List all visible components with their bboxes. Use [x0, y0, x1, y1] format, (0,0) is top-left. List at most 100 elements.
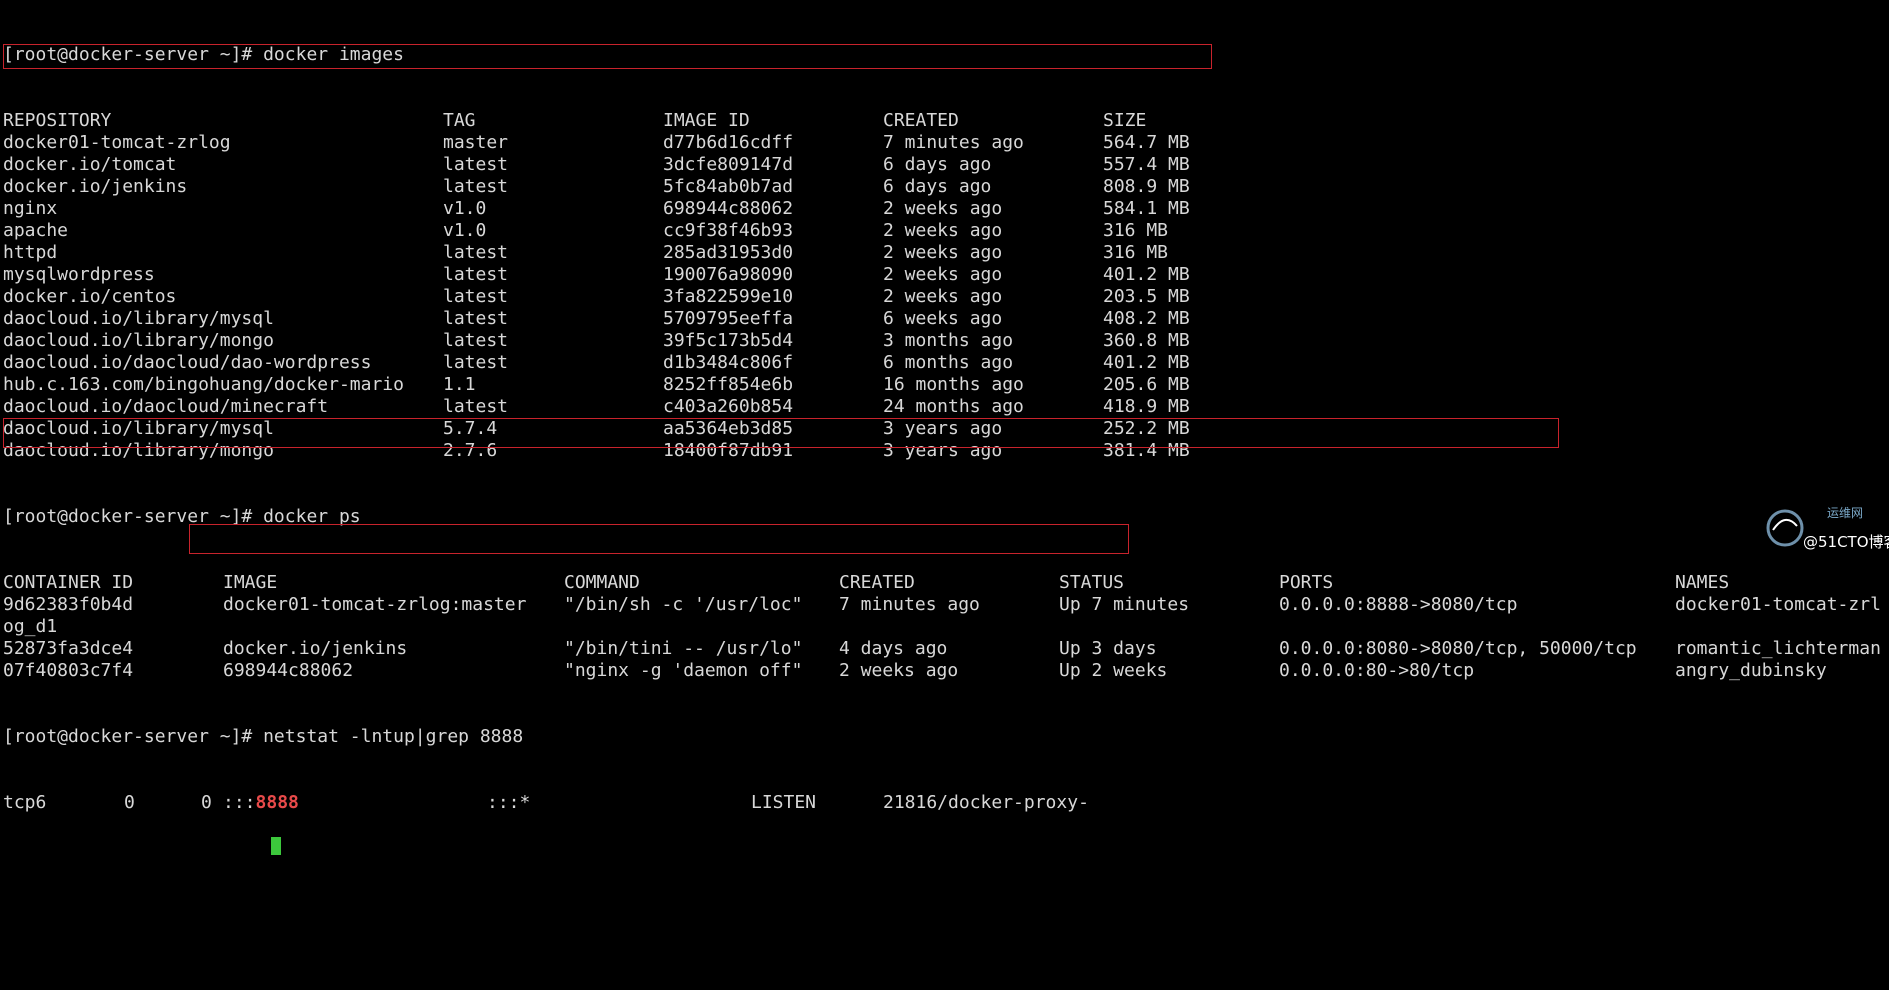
prompt-line-netstat: [root@docker-server ~]# netstat -lntup|g…: [3, 726, 1883, 748]
image-repository: apache: [3, 220, 69, 241]
terminal-window[interactable]: [root@docker-server ~]# docker images RE…: [3, 0, 1883, 855]
netstat-sendq: 0: [201, 792, 212, 813]
image-row: daocloud.io/library/mongo 2.7.6 18400f87db…: [3, 440, 1883, 462]
netstat-output-line: tcp6 0 0 :::8888 :::* LISTEN 21816/docke…: [3, 792, 1883, 814]
container-names-wrap: og_d1: [3, 616, 58, 637]
image-repository: docker.io/jenkins: [3, 176, 188, 197]
container-container-id: 9d62383f0b4d: [3, 594, 134, 615]
image-created: 6 weeks ago: [883, 308, 1003, 329]
image-image-id: 3dcfe809147d: [663, 154, 794, 175]
container-created: 7 minutes ago: [839, 594, 980, 615]
image-created: 2 weeks ago: [883, 242, 1003, 263]
image-row: docker.io/jenkins latest 5fc84ab0b7ad 6 day…: [3, 176, 1883, 198]
image-size: 316 MB: [1103, 220, 1169, 241]
containers-table: CONTAINER ID IMAGE COMMAND CREATED STATUS POR…: [3, 572, 1883, 682]
image-size: 203.5 MB: [1103, 286, 1190, 307]
highlighted-port: 8888: [255, 792, 299, 813]
container-command: "/bin/sh -c '/usr/loc": [564, 594, 803, 615]
image-created: 24 months ago: [883, 396, 1024, 417]
image-tag: 1.1: [443, 374, 476, 395]
image-image-id: 698944c88062: [663, 198, 794, 219]
image-size: 401.2 MB: [1103, 352, 1190, 373]
image-created: 7 minutes ago: [883, 132, 1024, 153]
image-row: httpd latest 285ad31953d0 2 weeks ago 316 MB: [3, 242, 1883, 264]
image-repository: httpd: [3, 242, 58, 263]
image-repository: daocloud.io/library/mysql: [3, 308, 274, 329]
image-created: 6 days ago: [883, 176, 992, 197]
image-created: 16 months ago: [883, 374, 1024, 395]
netstat-foreign-address: :::*: [487, 792, 531, 813]
image-tag: latest: [443, 176, 509, 197]
image-tag: latest: [443, 154, 509, 175]
image-tag: latest: [443, 308, 509, 329]
image-tag: master: [443, 132, 509, 153]
container-names: angry_dubinsky: [1675, 660, 1827, 681]
netstat-local-address: :::8888: [223, 792, 299, 814]
image-size: 381.4 MB: [1103, 440, 1190, 461]
image-size: 316 MB: [1103, 242, 1169, 263]
image-image-id: 39f5c173b5d4: [663, 330, 794, 351]
highlight-box-netstat-row: [189, 524, 1129, 554]
image-row: daocloud.io/daocloud/minecraft latest c403…: [3, 396, 1883, 418]
containers-header-row: CONTAINER ID IMAGE COMMAND CREATED STATUS POR…: [3, 572, 1883, 594]
image-image-id: cc9f38f46b93: [663, 220, 794, 241]
image-size: 252.2 MB: [1103, 418, 1190, 439]
container-names: romantic_lichterman: [1675, 638, 1881, 659]
image-size: 557.4 MB: [1103, 154, 1190, 175]
image-created: 2 weeks ago: [883, 286, 1003, 307]
column-header-tag: TAG: [443, 110, 476, 131]
images-header-row: REPOSITORY TAG IMAGE ID CREATED SIZE: [3, 110, 1883, 132]
image-repository: mysqlwordpress: [3, 264, 155, 285]
image-image-id: c403a260b854: [663, 396, 794, 417]
image-created: 2 weeks ago: [883, 220, 1003, 241]
column-header-image-id: IMAGE ID: [663, 110, 750, 131]
container-row: 07f40803c7f4 698944c88062 "nginx -g 'daemo…: [3, 660, 1883, 682]
container-command: "/bin/tini -- /usr/lo": [564, 638, 803, 659]
image-repository: docker01-tomcat-zrlog: [3, 132, 231, 153]
image-tag: latest: [443, 396, 509, 417]
column-header-size: SIZE: [1103, 110, 1147, 131]
container-names: docker01-tomcat-zrl: [1675, 594, 1881, 615]
container-container-id: 52873fa3dce4: [3, 638, 134, 659]
shell-prompt: [root@docker-server ~]#: [3, 44, 253, 65]
column-header-repository: REPOSITORY: [3, 110, 112, 131]
image-created: 3 years ago: [883, 418, 1003, 439]
image-image-id: 285ad31953d0: [663, 242, 794, 263]
column-header-created: CREATED: [839, 572, 915, 593]
container-status: Up 3 days: [1059, 638, 1157, 659]
image-row: docker.io/centos latest 3fa822599e10 2 week…: [3, 286, 1883, 308]
image-tag: latest: [443, 352, 509, 373]
terminal-cursor[interactable]: [271, 837, 281, 855]
shell-prompt: [root@docker-server ~]#: [3, 726, 253, 747]
image-tag: latest: [443, 286, 509, 307]
container-image: 698944c88062: [223, 660, 354, 681]
image-image-id: 18400f87db91: [663, 440, 794, 461]
image-image-id: 8252ff854e6b: [663, 374, 794, 395]
watermark-tag: 运维网: [1827, 506, 1864, 520]
container-row: 52873fa3dce4 docker.io/jenkins "/bin/tini …: [3, 638, 1883, 660]
image-row: hub.c.163.com/bingohuang/docker-mario 1.1…: [3, 374, 1883, 396]
image-tag: latest: [443, 330, 509, 351]
column-header-status: STATUS: [1059, 572, 1125, 593]
image-size: 205.6 MB: [1103, 374, 1190, 395]
image-image-id: aa5364eb3d85: [663, 418, 794, 439]
command-text: netstat -lntup|grep 8888: [263, 726, 524, 747]
shell-prompt: [root@docker-server ~]#: [3, 506, 253, 527]
netstat-proto: tcp6: [3, 792, 47, 813]
netstat-recvq: 0: [124, 792, 135, 813]
container-created: 2 weeks ago: [839, 660, 959, 681]
netstat-program: 21816/docker-proxy-: [883, 792, 1089, 813]
image-size: 808.9 MB: [1103, 176, 1190, 197]
image-row: daocloud.io/library/mysql latest 5709795ee…: [3, 308, 1883, 330]
image-repository: daocloud.io/library/mysql: [3, 418, 274, 439]
watermark: 运维网 @51CTO博客: [1763, 504, 1889, 554]
image-size: 418.9 MB: [1103, 396, 1190, 417]
image-tag: latest: [443, 264, 509, 285]
cursor-line: [3, 837, 1883, 880]
wrapped-name-line: og_d1: [3, 616, 1883, 638]
image-row: docker01-tomcat-zrlog master d77b6d16cdff 7…: [3, 132, 1883, 154]
image-row: daocloud.io/library/mongo latest 39f5c173b…: [3, 330, 1883, 352]
image-row: mysqlwordpress latest 190076a98090 2 weeks …: [3, 264, 1883, 286]
container-status: Up 7 minutes: [1059, 594, 1190, 615]
image-image-id: 190076a98090: [663, 264, 794, 285]
